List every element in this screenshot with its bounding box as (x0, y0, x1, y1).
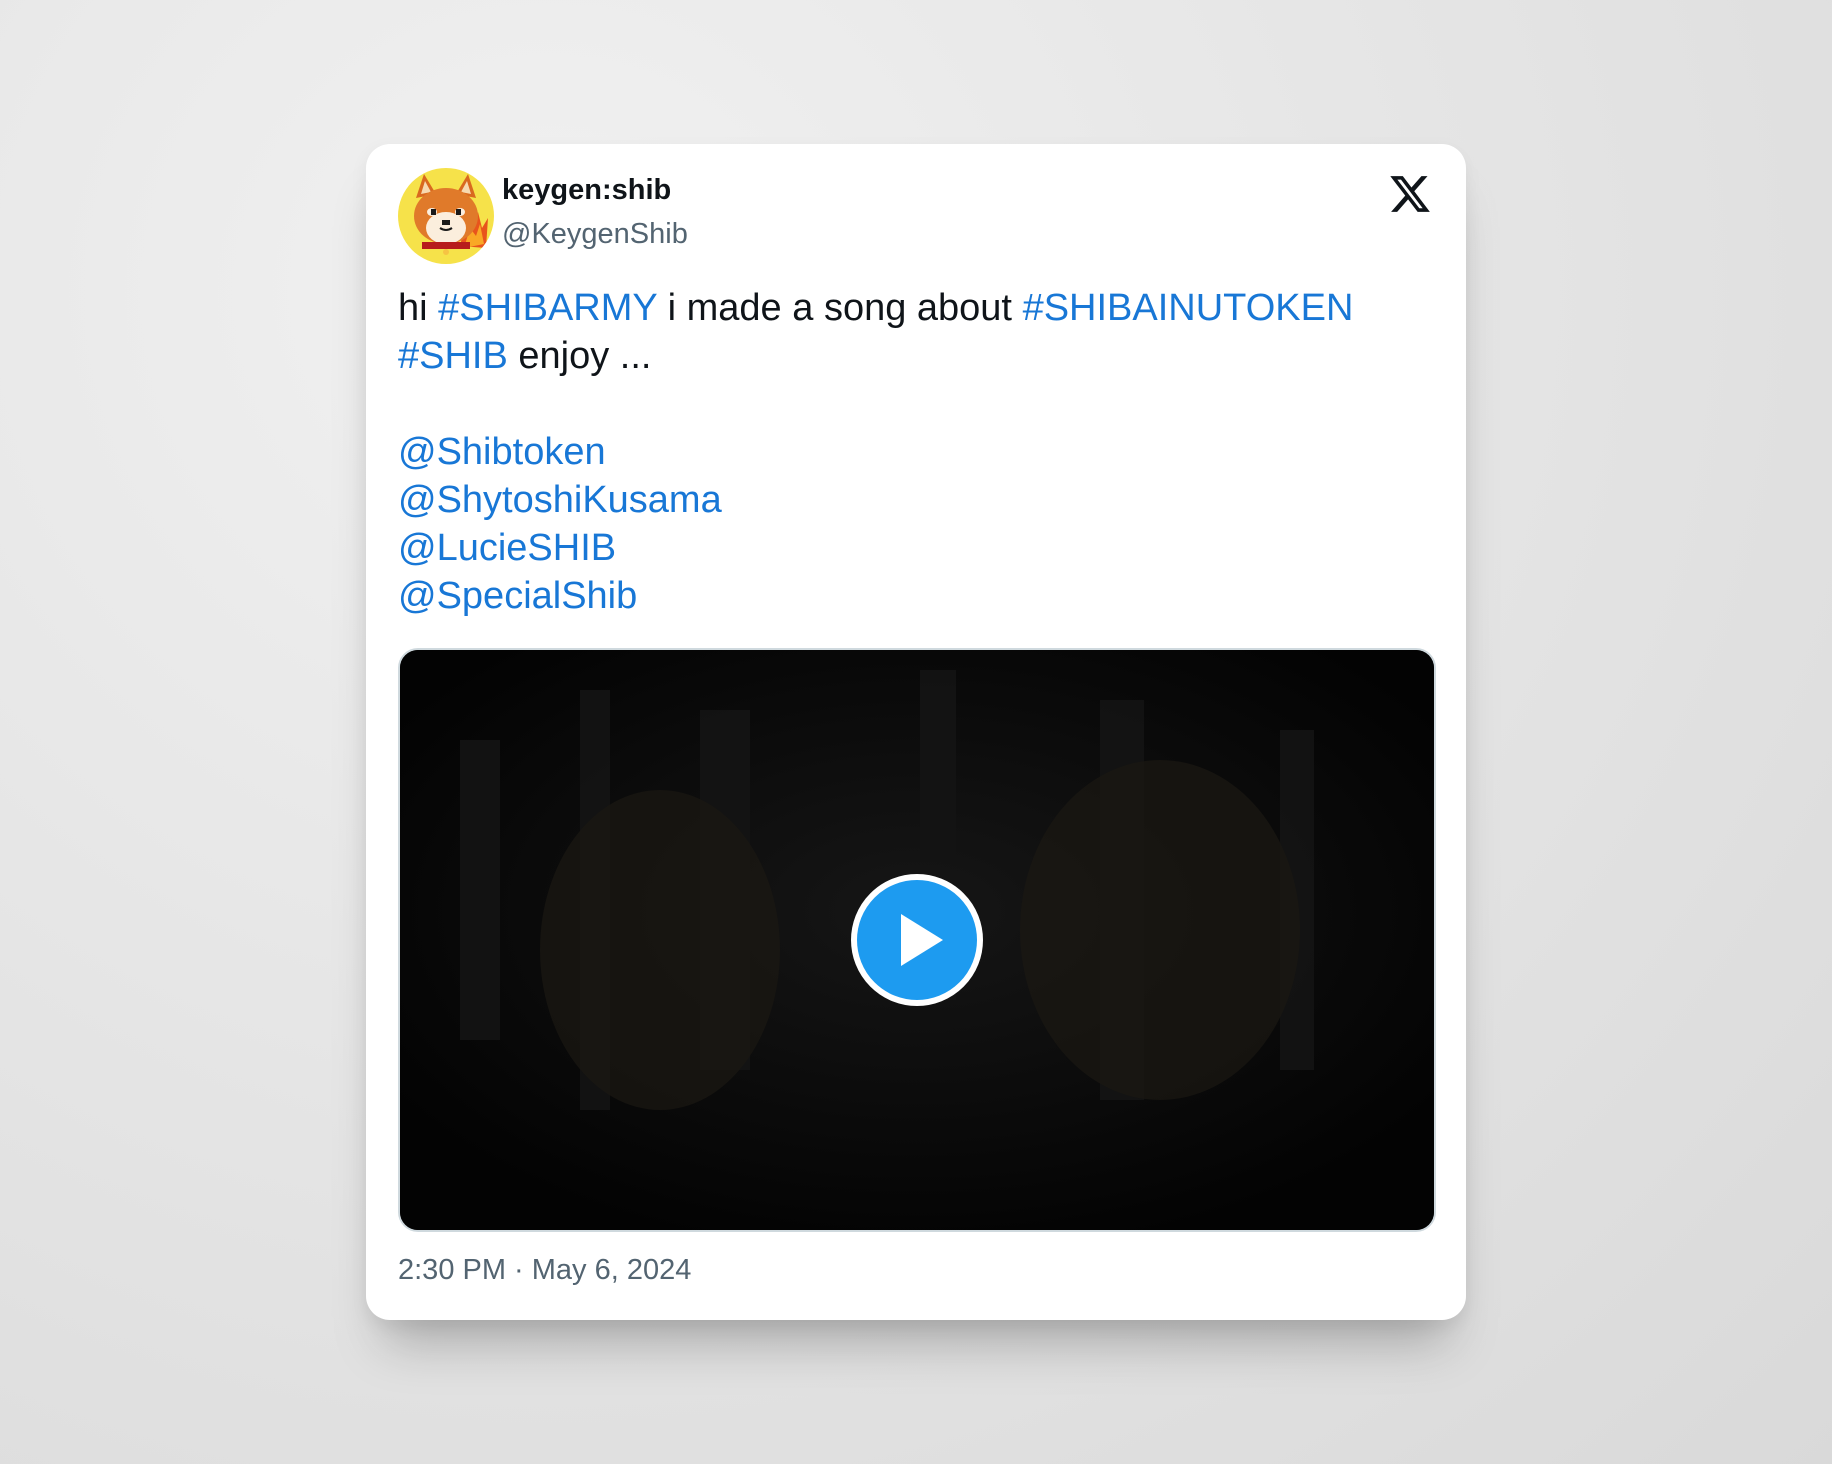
tweet-text-segment: i made a song about (657, 287, 1023, 329)
mention-specialshib[interactable]: @SpecialShib (398, 572, 1438, 620)
play-button[interactable] (851, 874, 983, 1006)
tweet-card: keygen:shib @KeygenShib hi #SHIBARMY i m… (366, 144, 1466, 1320)
tweet-line-2: #SHIB enjoy ... (398, 332, 1438, 380)
hashtag-shibarmy[interactable]: #SHIBARMY (438, 287, 657, 329)
video-player[interactable] (398, 648, 1436, 1232)
author-display-name[interactable]: keygen:shib (502, 174, 671, 207)
tweet-line-1: hi #SHIBARMY i made a song about #SHIBAI… (398, 284, 1438, 332)
avatar[interactable] (398, 168, 494, 264)
tweet-text-segment: hi (398, 287, 439, 329)
play-icon (901, 914, 943, 966)
tweet-text: hi #SHIBARMY i made a song about #SHIBAI… (398, 284, 1438, 620)
tweet-timestamp[interactable]: 2:30 PM · May 6, 2024 (398, 1254, 691, 1287)
hashtag-shibainutoken[interactable]: #SHIBAINUTOKEN (1023, 287, 1354, 329)
hashtag-shib[interactable]: #SHIB (398, 335, 508, 377)
mention-luciesshib[interactable]: @LucieSHIB (398, 524, 1438, 572)
author-handle[interactable]: @KeygenShib (502, 218, 688, 251)
shiba-inu-avatar-icon (398, 168, 494, 264)
mention-shytoshikusama[interactable]: @ShytoshiKusama (398, 476, 1438, 524)
x-logo-icon[interactable] (1388, 172, 1432, 216)
tweet-text-segment: enjoy ... (507, 335, 652, 377)
mention-shibtoken[interactable]: @Shibtoken (398, 428, 1438, 476)
